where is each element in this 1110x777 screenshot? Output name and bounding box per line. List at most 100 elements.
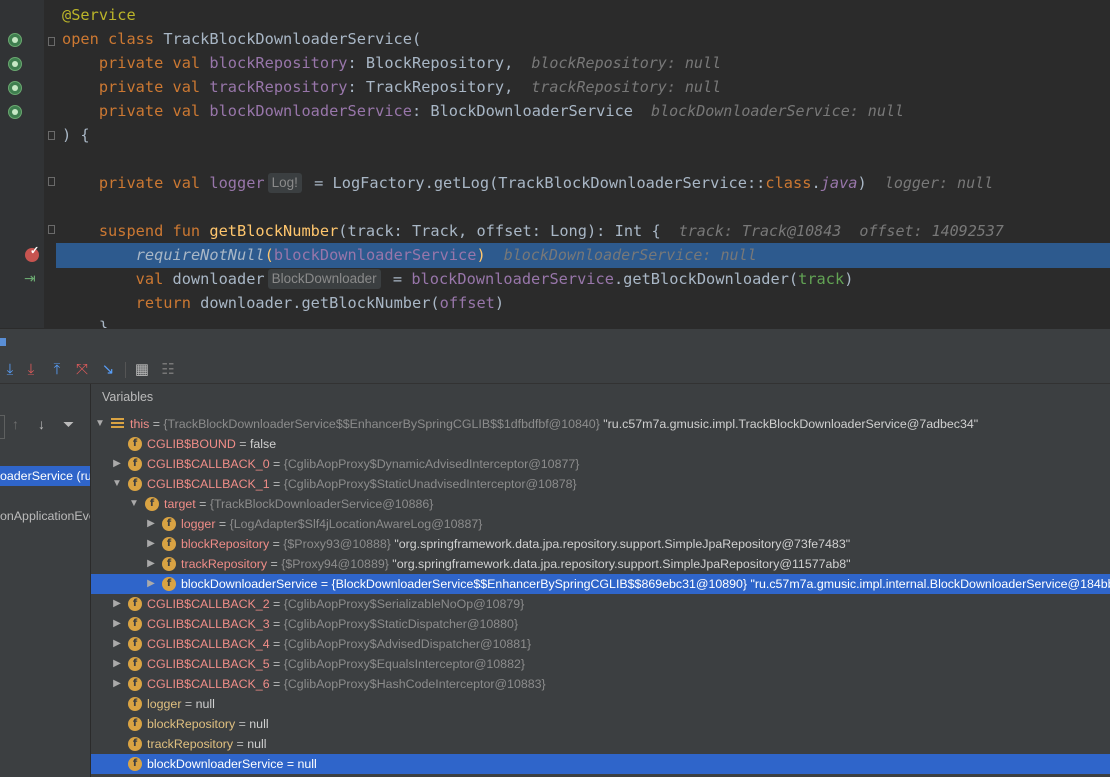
variable-row[interactable]: ▶ f CGLIB$CALLBACK_4 = {CglibAopProxy$Advi… [91, 634, 1110, 654]
fold-marker-icon[interactable] [48, 225, 55, 234]
code-line[interactable]: suspend fun getBlockNumber(track: Track,… [62, 219, 1110, 243]
variable-value: null [247, 737, 267, 751]
equals-sign: = [269, 677, 284, 691]
code-token: suspend fun [62, 222, 210, 240]
variable-row[interactable]: ▶ f CGLIB$CALLBACK_6 = {CglibAopProxy$Hash… [91, 674, 1110, 694]
code-token: blockRepository [209, 54, 348, 72]
trace-icon[interactable]: ☷ [158, 357, 178, 383]
variable-type: {TrackBlockDownloaderService$$EnhancerBy… [163, 417, 600, 431]
stack-frame[interactable] [0, 446, 90, 466]
spring-bean-icon[interactable] [8, 105, 22, 119]
code-editor[interactable]: requireNotNull(blockDownloaderService) b… [0, 0, 1110, 328]
fold-marker-icon[interactable] [48, 177, 55, 186]
variable-row[interactable]: f logger = null [91, 694, 1110, 714]
equals-sign: = [235, 437, 250, 451]
variable-row[interactable]: ▶ f blockDownloaderService = {BlockDownloa… [91, 574, 1110, 594]
stack-frame[interactable]: onApplicationEve [0, 506, 90, 526]
variable-text: CGLIB$CALLBACK_3 = {CglibAopProxy$Static… [147, 614, 518, 634]
expand-arrow-icon[interactable]: ▶ [145, 554, 157, 574]
run-to-cursor-icon[interactable]: ↘ [98, 357, 118, 383]
variable-row[interactable]: f trackRepository = null [91, 734, 1110, 754]
variable-row[interactable]: ▶ f CGLIB$CALLBACK_2 = {CglibAopProxy$Seri… [91, 594, 1110, 614]
variable-row[interactable]: ▶ f CGLIB$CALLBACK_5 = {CglibAopProxy$Equa… [91, 654, 1110, 674]
step-out-icon[interactable]: ⤒ [47, 357, 67, 383]
code-line[interactable]: private val blockRepository: BlockReposi… [62, 51, 1110, 75]
expand-arrow-icon[interactable]: ▶ [111, 594, 123, 614]
variable-type: {CglibAopProxy$AdvisedDispatcher@10881} [283, 637, 532, 651]
collapse-arrow-icon[interactable]: ▼ [128, 494, 140, 514]
expand-arrow-icon[interactable]: ▶ [111, 614, 123, 634]
drop-frame-icon[interactable]: ⤧ [72, 357, 92, 383]
code-line[interactable]: @Service [62, 3, 1110, 27]
code-token: ) [857, 174, 867, 192]
variable-row[interactable]: ▼ f target = {TrackBlockDownloaderService@… [91, 494, 1110, 514]
variable-row[interactable]: f blockRepository = null [91, 714, 1110, 734]
code-line[interactable] [62, 195, 1110, 219]
code-line[interactable]: open class TrackBlockDownloaderService( [62, 27, 1110, 51]
collapse-arrow-icon[interactable]: ▼ [94, 414, 106, 434]
code-token: . [811, 174, 821, 192]
spring-bean-icon[interactable] [8, 33, 22, 47]
fold-marker-icon[interactable] [48, 37, 55, 46]
variable-row[interactable]: ▶ f logger = {LogAdapter$Slf4jLocationAwar… [91, 514, 1110, 534]
variable-row[interactable]: ▼ f CGLIB$CALLBACK_1 = {CglibAopProxy$Stat… [91, 474, 1110, 494]
field-icon: f [128, 697, 142, 711]
filter-icon[interactable]: ⏷ [63, 416, 74, 433]
code-line[interactable]: return downloader.getBlockNumber(offset) [62, 291, 1110, 315]
code-line[interactable]: private val logger Log! = LogFactory.getL… [62, 171, 1110, 195]
expand-arrow-icon[interactable]: ▶ [111, 454, 123, 474]
frames-selector[interactable] [0, 415, 5, 439]
frame-up-icon[interactable]: ↑ [12, 416, 19, 432]
step-into-icon[interactable]: ⤓ [0, 357, 20, 383]
frame-down-icon[interactable]: ↓ [38, 416, 45, 432]
variable-name: CGLIB$CALLBACK_4 [147, 637, 270, 651]
spring-bean-icon[interactable] [8, 57, 22, 71]
stack-frame[interactable] [0, 486, 90, 506]
variables-panel: Variables ▼ this = {TrackBlockDownloaderS… [91, 384, 1110, 777]
code-token: ) [476, 246, 486, 264]
variable-text: blockRepository = {$Proxy93@10888} "org.… [181, 534, 850, 554]
code-line[interactable]: val downloader BlockDownloader = blockDow… [62, 267, 1110, 291]
variable-row[interactable]: ▶ f blockRepository = {$Proxy93@10888} "or… [91, 534, 1110, 554]
force-step-into-icon[interactable]: ⤓ [21, 357, 41, 383]
evaluate-expression-icon[interactable]: ▦ [132, 357, 152, 383]
expand-arrow-icon[interactable]: ▶ [111, 634, 123, 654]
editor-gutter[interactable] [0, 0, 44, 328]
code-token: = LogFactory.getLog(TrackBlockDownloader… [304, 174, 766, 192]
variable-row[interactable]: ▼ this = {TrackBlockDownloaderService$$En… [91, 414, 1110, 434]
variable-name: CGLIB$CALLBACK_0 [147, 457, 270, 471]
expand-arrow-icon[interactable]: ▶ [111, 674, 123, 694]
debug-tab-strip [0, 328, 1110, 355]
code-line[interactable] [62, 147, 1110, 171]
code-line[interactable]: } [62, 315, 1110, 328]
expand-arrow-icon[interactable]: ▶ [145, 534, 157, 554]
code-line[interactable]: private val blockDownloaderService: Bloc… [62, 99, 1110, 123]
code-line[interactable]: requireNotNull(blockDownloaderService) b… [62, 243, 1110, 267]
variable-row[interactable]: ▶ f CGLIB$CALLBACK_0 = {CglibAopProxy$Dyna… [91, 454, 1110, 474]
stack-frame[interactable]: oaderService (ru.c5 [0, 466, 90, 486]
variable-row[interactable]: ▶ f CGLIB$CALLBACK_3 = {CglibAopProxy$Stat… [91, 614, 1110, 634]
spring-bean-icon[interactable] [8, 81, 22, 95]
fold-marker-icon[interactable] [48, 131, 55, 140]
code-line[interactable]: private val trackRepository: TrackReposi… [62, 75, 1110, 99]
breakpoint-icon[interactable] [25, 244, 39, 262]
variable-text: trackRepository = null [147, 734, 267, 754]
variable-row[interactable]: f blockDownloaderService = null [91, 754, 1110, 774]
expand-arrow-icon[interactable]: ▶ [145, 514, 157, 534]
expand-arrow-icon[interactable]: ▶ [145, 574, 157, 594]
variable-row[interactable]: f CGLIB$BOUND = false [91, 434, 1110, 454]
variable-type: {$Proxy93@10888} [283, 537, 391, 551]
variable-row[interactable]: ▶ f trackRepository = {$Proxy94@10889} "or… [91, 554, 1110, 574]
type-hint: BlockDownloader [267, 269, 381, 289]
run-to-line-icon[interactable]: ⇥ [24, 271, 36, 287]
field-icon: f [128, 677, 142, 691]
code-token: blockDownloaderService [411, 270, 614, 288]
expand-arrow-icon[interactable]: ▶ [111, 654, 123, 674]
stack-frame-label: onApplicationEve [0, 509, 90, 523]
type-hint: Log! [267, 173, 302, 193]
field-icon: f [128, 437, 142, 451]
object-stack-icon [111, 418, 124, 430]
execution-point-line: requireNotNull(blockDownloaderService) b… [56, 243, 1110, 268]
code-line[interactable]: ) { [62, 123, 1110, 147]
collapse-arrow-icon[interactable]: ▼ [111, 474, 123, 494]
